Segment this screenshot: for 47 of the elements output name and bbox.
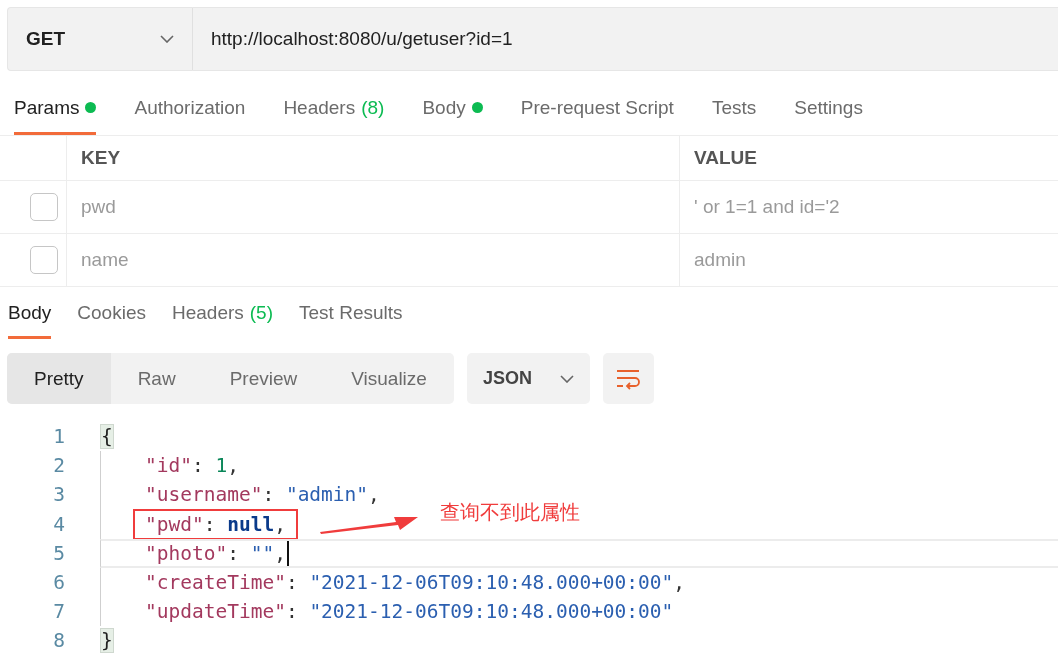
param-key: pwd bbox=[81, 196, 116, 218]
format-dropdown[interactable]: JSON bbox=[466, 353, 590, 404]
request-tab[interactable]: Params bbox=[14, 83, 97, 135]
request-tab[interactable]: Settings bbox=[794, 83, 863, 135]
param-value: ' or 1=1 and id='2 bbox=[694, 196, 840, 218]
checkbox[interactable] bbox=[30, 246, 58, 274]
request-tab[interactable]: Tests bbox=[711, 83, 757, 135]
line-number: 6 bbox=[52, 571, 66, 595]
response-tab[interactable]: Cookies bbox=[77, 289, 146, 339]
wrap-lines-button[interactable] bbox=[602, 353, 654, 404]
wrap-lines-icon bbox=[615, 367, 642, 390]
code-line: "photo": "", bbox=[145, 541, 286, 565]
response-tab[interactable]: Body bbox=[8, 289, 52, 339]
request-tab[interactable]: Authorization bbox=[134, 83, 246, 135]
code-line: "id": 1, bbox=[145, 454, 239, 478]
line-number: 3 bbox=[52, 483, 66, 507]
annotation-note: 查询不到此属性 bbox=[439, 498, 580, 526]
line-number: 1 bbox=[52, 425, 66, 449]
method-dropdown[interactable]: GET bbox=[7, 7, 193, 71]
param-key: name bbox=[81, 249, 129, 271]
status-dot-icon bbox=[85, 102, 97, 113]
view-mode-tab[interactable]: Visualize bbox=[324, 353, 454, 404]
line-number: 2 bbox=[52, 454, 66, 478]
column-header: KEY bbox=[81, 147, 121, 169]
line-number: 5 bbox=[52, 541, 66, 565]
column-header: VALUE bbox=[694, 147, 757, 169]
code-line: "username": "admin", bbox=[145, 483, 380, 507]
chevron-down-icon bbox=[559, 374, 574, 383]
code-line: "createTime": "2021-12-06T09:10:48.000+00:00", bbox=[145, 571, 686, 595]
request-tab[interactable]: Body bbox=[422, 83, 483, 135]
url-field[interactable]: http://localhost:8080/u/getuser?id=1 bbox=[193, 7, 1058, 71]
view-mode-tab[interactable]: Preview bbox=[202, 353, 325, 404]
param-value: admin bbox=[694, 249, 746, 271]
view-mode-tab[interactable]: Pretty bbox=[7, 353, 111, 404]
request-tab[interactable]: Headers (8) bbox=[283, 83, 385, 135]
line-number: 4 bbox=[52, 512, 66, 536]
line-number: 7 bbox=[52, 600, 66, 624]
view-mode-tab[interactable]: Raw bbox=[110, 353, 203, 404]
checkbox[interactable] bbox=[30, 193, 58, 221]
chevron-down-icon bbox=[160, 35, 174, 43]
code-line: "updateTime": "2021-12-06T09:10:48.000+00:00" bbox=[145, 600, 674, 624]
status-dot-icon bbox=[471, 102, 483, 113]
line-number: 8 bbox=[52, 629, 66, 653]
response-tab[interactable]: Test Results bbox=[299, 289, 403, 339]
text-cursor bbox=[286, 540, 289, 566]
request-tab[interactable]: Pre-request Script bbox=[520, 83, 674, 135]
response-tab[interactable]: Headers (5) bbox=[171, 289, 274, 339]
